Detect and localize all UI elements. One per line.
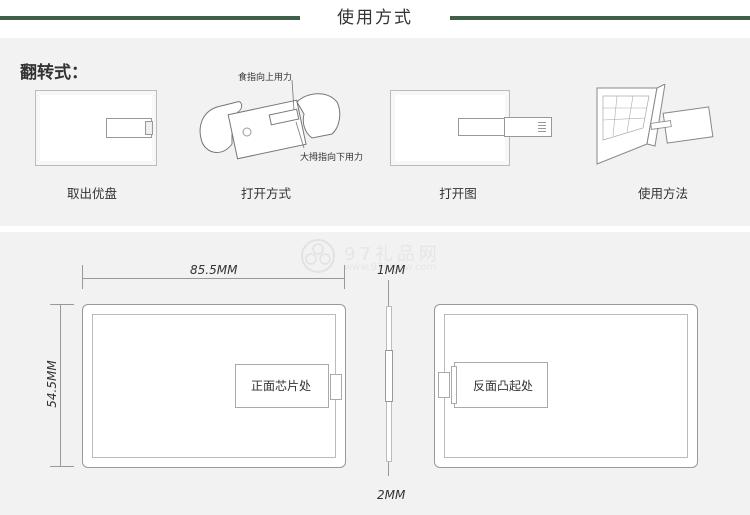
header-line-right: [450, 16, 750, 20]
thickness-top-label: 1MM: [377, 263, 406, 277]
height-dimension-line: [60, 304, 61, 466]
width-dimension-label: 85.5MM: [190, 263, 238, 277]
caption-open-method: 打开方式: [240, 186, 291, 201]
caption-usage-method: 使用方法: [637, 186, 688, 201]
step4-laptop-illustration: [596, 84, 714, 165]
back-bump-rail: [451, 366, 457, 404]
caption-take-out-usb: 取出优盘: [66, 186, 117, 201]
width-tick-right: [344, 265, 345, 289]
step1-usb-tip: [145, 121, 153, 135]
height-dimension-label: 54.5MM: [45, 360, 59, 408]
side-profile-bump: [385, 350, 393, 402]
width-tick-left: [82, 265, 83, 289]
header-title: 使用方式: [337, 8, 413, 28]
thumb-label: 大拇指向下用力: [300, 153, 364, 163]
step3-usb-contacts: [538, 120, 546, 132]
back-bump-tab: [438, 372, 450, 398]
back-bump-label: 反面凸起处: [472, 379, 533, 393]
front-chip-label: 正面芯片处: [250, 379, 311, 393]
height-tick-top: [50, 304, 74, 305]
caption-open-diagram: 打开图: [439, 186, 477, 201]
flip-type-label: 翻转式：: [20, 63, 88, 83]
front-chip-tab: [330, 374, 342, 400]
index-finger-label: 食指向上用力: [238, 73, 293, 83]
header-line-left: [0, 16, 300, 20]
height-tick-bottom: [50, 466, 74, 467]
step3-usb-body: [458, 118, 506, 136]
laptop-keyboard: [596, 87, 658, 165]
watermark-logo: [301, 239, 335, 273]
thickness-bottom-label: 2MM: [377, 488, 406, 502]
width-dimension-line: [82, 278, 344, 279]
